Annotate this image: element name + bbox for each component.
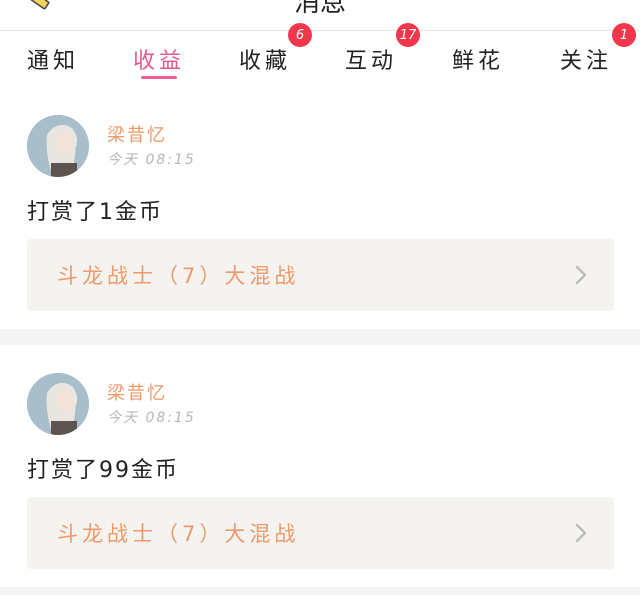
unread-badge: 1 [612,23,636,47]
user-name[interactable]: 梁昔忆 [107,379,167,405]
tab-label: 收藏 [238,49,291,74]
list-item: 梁昔忆 今天 08:15 打赏了99金币 斗龙战士（7）大混战 [0,345,640,587]
work-title: 斗龙战士（7）大混战 [57,522,300,546]
divider [0,329,640,345]
work-title: 斗龙战士（7）大混战 [57,264,300,288]
tab-earnings[interactable]: 收益 [106,31,212,87]
tab-label: 互动 [344,49,397,74]
chevron-right-icon [575,523,587,543]
avatar[interactable] [27,115,89,177]
tab-following[interactable]: 关注 1 [532,23,640,87]
tab-label: 关注 [559,49,612,74]
list-item: 梁昔忆 今天 08:15 打赏了1金币 斗龙战士（7）大混战 [0,87,640,329]
timestamp: 今天 08:15 [107,152,196,168]
tab-label: 收益 [132,49,185,74]
work-link[interactable]: 斗龙战士（7）大混战 [27,239,614,311]
earnings-list: 梁昔忆 今天 08:15 打赏了1金币 斗龙战士（7）大混战 梁昔忆 今天 08… [0,87,640,595]
tab-bar: 通知 收益 收藏 6 互动 17 鲜花 关注 1 [0,23,640,87]
unread-badge: 6 [288,23,312,47]
reward-text: 打赏了99金币 [27,458,179,483]
tab-label: 鲜花 [451,49,504,74]
chevron-right-icon [575,265,587,285]
active-tab-indicator [141,76,177,79]
user-name[interactable]: 梁昔忆 [107,121,167,147]
tab-flowers[interactable]: 鲜花 [424,31,532,87]
unread-badge: 17 [396,23,420,47]
tab-interactions[interactable]: 互动 17 [318,23,424,87]
reward-text: 打赏了1金币 [27,200,163,225]
work-link[interactable]: 斗龙战士（7）大混战 [27,497,614,569]
tab-favorites[interactable]: 收藏 6 [212,23,318,87]
avatar[interactable] [27,373,89,435]
top-bar: 消息 [0,0,640,31]
timestamp: 今天 08:15 [107,410,196,426]
tab-label: 通知 [26,49,79,74]
tab-notifications[interactable]: 通知 [0,31,106,87]
divider [0,587,640,595]
page-title: 消息 [293,0,346,18]
messages-screen: 消息 通知 收益 收藏 6 互动 17 鲜花 关注 1 梁昔忆 今天 08:15… [0,0,640,595]
